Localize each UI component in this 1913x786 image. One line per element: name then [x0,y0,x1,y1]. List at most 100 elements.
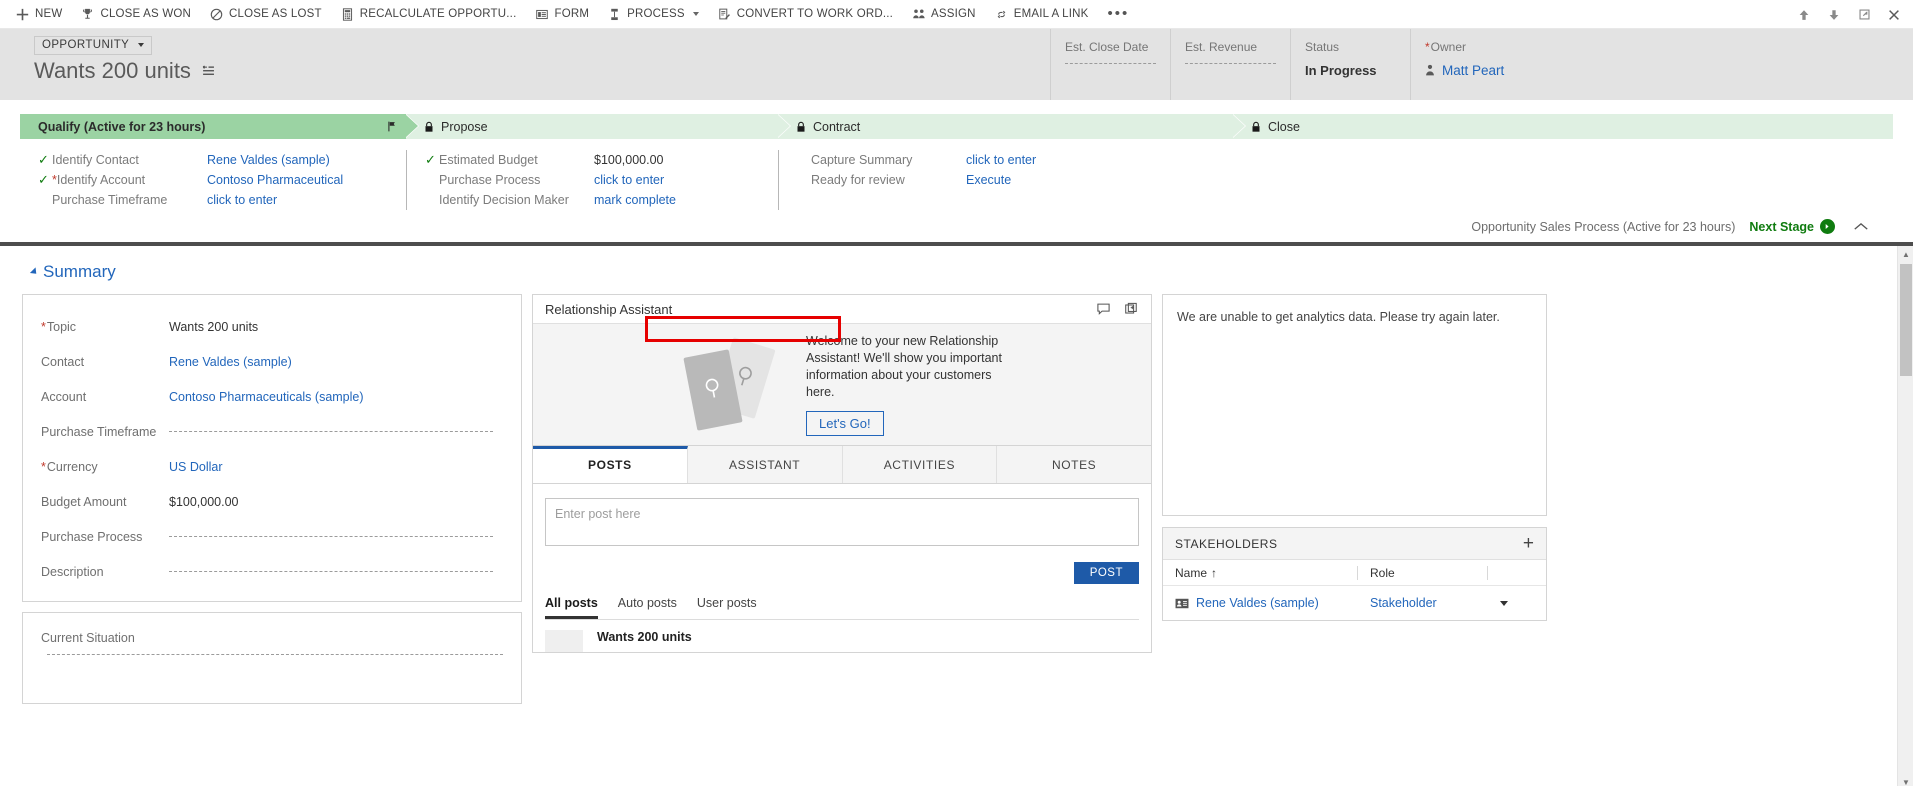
stage-label: Close [1268,119,1300,134]
stakeholder-name-cell: Rene Valdes (sample) [1163,596,1358,610]
command-bar: NEW CLOSE AS WON CLOSE AS LOST RECALCULA… [0,0,1913,29]
form-field-account[interactable]: Account Contoso Pharmaceuticals (sample) [41,379,503,414]
process-stage-propose[interactable]: Propose [406,114,791,139]
field-value: Rene Valdes (sample) [169,355,503,369]
tab-activities[interactable]: ACTIVITIES [842,446,998,483]
stakeholder-name-link[interactable]: Rene Valdes (sample) [1196,596,1319,610]
command-close-as-lost[interactable]: CLOSE AS LOST [200,0,331,28]
currency-link[interactable]: US Dollar [169,460,223,474]
stage-field-value[interactable]: $100,000.00 [594,153,664,167]
command-close-as-won[interactable]: CLOSE AS WON [71,0,200,28]
page-title: Wants 200 units [34,58,191,83]
header-field-owner[interactable]: *Owner Matt Peart [1410,29,1530,100]
list-item[interactable]: Wants 200 units [545,620,1139,652]
command-email-a-link[interactable]: EMAIL A LINK [985,0,1098,28]
command-assign[interactable]: ASSIGN [902,0,985,28]
field-value: Contoso Pharmaceuticals (sample) [169,390,503,404]
chevron-down-icon[interactable] [1500,600,1508,606]
form-field-purchase-timeframe[interactable]: Purchase Timeframe [41,414,503,449]
stage-field-value[interactable]: Rene Valdes (sample) [207,153,330,167]
popout-icon[interactable] [1849,1,1879,29]
process-stage-close[interactable]: Close [1233,114,1893,139]
flag-icon [388,121,397,132]
form-field-budget-amount[interactable]: Budget Amount $100,000.00 [41,484,503,519]
tab-assistant[interactable]: ASSISTANT [687,446,843,483]
stage-field-identify-decision-maker[interactable]: Identify Decision Maker mark complete [425,190,778,209]
stage-field-identify-contact[interactable]: ✓ Identify Contact Rene Valdes (sample) [38,150,406,169]
prohibited-icon [209,7,224,22]
post-button[interactable]: POST [1073,562,1139,584]
command-new[interactable]: NEW [6,0,71,28]
table-row[interactable]: Rene Valdes (sample) Stakeholder [1163,586,1546,620]
command-overflow-button[interactable]: ••• [1098,6,1140,21]
record-title-row: Wants 200 units [34,58,1050,84]
process-stage-qualify[interactable]: Qualify (Active for 23 hours) [20,114,419,139]
stage-field-identify-account[interactable]: ✓ *Identify Account Contoso Pharmaceutic… [38,170,406,189]
header-field-est-revenue[interactable]: Est. Revenue [1170,29,1290,100]
feedback-icon[interactable] [1096,302,1111,316]
close-icon[interactable] [1879,1,1909,29]
stage-field-value[interactable]: click to enter [966,153,1036,167]
add-stakeholder-button[interactable]: + [1523,534,1534,553]
form-field-contact[interactable]: Contact Rene Valdes (sample) [41,344,503,379]
header-field-est-close-date[interactable]: Est. Close Date [1050,29,1170,100]
form-field-purchase-process[interactable]: Purchase Process [41,519,503,554]
post-input[interactable] [545,498,1139,546]
command-process[interactable]: PROCESS [598,0,708,28]
checkmark-icon: ✓ [38,172,49,187]
command-recalculate-opportunity[interactable]: RECALCULATE OPPORTU... [331,0,526,28]
stage-field-purchase-timeframe[interactable]: Purchase Timeframe click to enter [38,190,406,209]
down-arrow-icon[interactable] [1819,1,1849,29]
form-field-currency[interactable]: *Currency US Dollar [41,449,503,484]
field-label: *Topic [41,319,77,334]
stage-field-value[interactable]: mark complete [594,193,676,207]
next-stage-button[interactable]: Next Stage [1749,219,1835,234]
owner-label-text: Owner [1430,40,1467,54]
stage-field-capture-summary[interactable]: Capture Summary click to enter [797,150,1233,169]
field-label: Account [41,389,87,404]
entity-type-selector[interactable]: OPPORTUNITY [34,36,153,55]
form-field-topic[interactable]: *Topic Wants 200 units [41,309,503,344]
cards-icon[interactable] [1124,302,1139,316]
lightbulb-icon [700,374,725,406]
filter-user-posts[interactable]: User posts [697,596,757,619]
stage-field-value-execute[interactable]: Execute [966,173,1011,187]
column-header-role[interactable]: Role [1358,565,1488,580]
summary-section-header[interactable]: Summary [29,262,1891,282]
current-situation-card[interactable]: Current Situation [22,612,522,704]
owner-link[interactable]: Matt Peart [1442,63,1504,78]
stage-field-estimated-budget[interactable]: ✓ Estimated Budget $100,000.00 [425,150,778,169]
command-form[interactable]: FORM [525,0,598,28]
filter-auto-posts[interactable]: Auto posts [618,596,677,619]
filter-all-posts[interactable]: All posts [545,596,598,619]
account-link[interactable]: Contoso Pharmaceuticals (sample) [169,390,364,404]
calculator-icon [340,7,355,22]
body-vertical-scrollbar[interactable]: ▲ ▼ [1897,246,1913,786]
up-arrow-icon[interactable] [1789,1,1819,29]
scroll-down-arrow-icon[interactable]: ▼ [1898,774,1913,786]
form-field-description[interactable]: Description [41,554,503,589]
lets-go-button[interactable]: Let's Go! [806,411,884,436]
contact-link[interactable]: Rene Valdes (sample) [169,355,292,369]
stage-field-value[interactable]: click to enter [207,193,277,207]
entity-type-label: OPPORTUNITY [42,39,130,51]
scroll-up-arrow-icon[interactable]: ▲ [1898,246,1913,262]
stage-field-purchase-process[interactable]: Purchase Process click to enter [425,170,778,189]
chevron-up-icon[interactable] [1849,221,1869,232]
process-stage-contract[interactable]: Contract [778,114,1246,139]
tab-notes[interactable]: NOTES [997,446,1151,483]
stage-field-ready-for-review[interactable]: Ready for review Execute [797,170,1233,189]
stage-field-column-2: ✓ Estimated Budget $100,000.00 Purchase … [406,150,778,210]
stage-field-value[interactable]: Contoso Pharmaceutical [207,173,343,187]
stage-field-value[interactable]: click to enter [594,173,664,187]
record-set-menu-icon[interactable] [200,64,216,78]
stakeholder-role-link[interactable]: Stakeholder [1370,596,1437,610]
field-label: Contact [41,354,85,369]
tab-posts[interactable]: POSTS [533,446,688,483]
scrollbar-thumb[interactable] [1900,264,1912,376]
column-header-name[interactable]: Name ↑ [1163,565,1358,580]
assistant-social-column: Relationship Assistant Welcome to your n… [532,294,1152,653]
command-convert-to-work-order[interactable]: CONVERT TO WORK ORD... [708,0,902,28]
field-value: Wants 200 units [169,319,259,334]
person-icon [1425,64,1435,77]
